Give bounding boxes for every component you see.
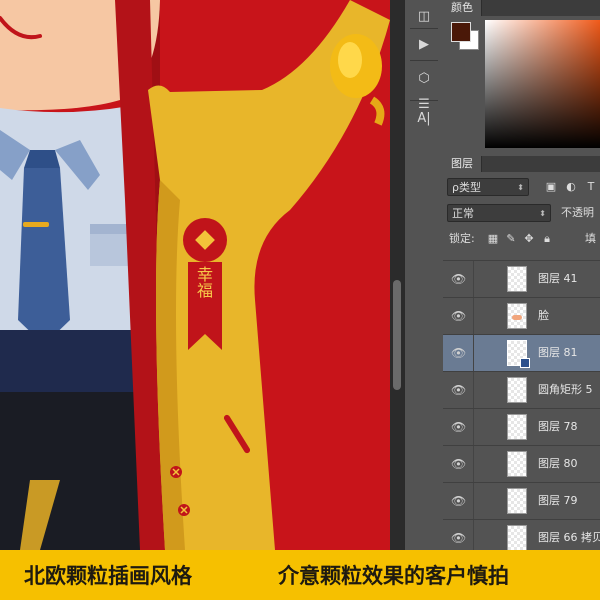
visibility-eye-icon[interactable]: 👁︎ [451,272,466,286]
layer-thumbnail[interactable] [507,266,527,292]
column-divider [473,261,474,297]
layer-comps-icon[interactable]: ◫ [412,4,436,28]
adjustment-filter-icon[interactable]: ◐ [563,178,579,196]
lock-image-pixels-icon[interactable]: ✎ [503,230,519,248]
layer-name: 图层 41 [538,272,578,285]
column-divider [473,446,474,482]
filter-kind-dropdown[interactable]: ρ类型 ⬍ [447,178,529,196]
tool-divider [410,60,438,61]
character-panel-icon[interactable]: A| [412,106,436,130]
tool-divider [410,28,438,29]
layer-row[interactable]: 👁︎ 图层 81 [443,334,600,371]
visibility-eye-icon[interactable]: 👁︎ [451,494,466,508]
visibility-eye-icon[interactable]: 👁︎ [451,420,466,434]
layer-row[interactable]: 👁︎ 图层 78 [443,408,600,445]
layers-panel-tabbar: 图层 [443,156,600,172]
chevron-updown-icon: ⬍ [539,209,546,218]
chevron-updown-icon: ⬍ [517,183,524,192]
play-action-icon[interactable]: ▶ [412,32,436,56]
type-filter-icon[interactable]: T [583,178,599,196]
lock-transparent-pixels-icon[interactable]: ▦ [485,230,501,248]
layer-row[interactable]: 👁︎ 图层 80 [443,445,600,482]
3d-cube-icon[interactable]: ⬡ [412,66,436,90]
lock-row: 锁定: ▦ ✎ ✥ 🔒︎ 填 [447,230,600,250]
layer-filter-row: ρ类型 ⬍ ▣ ◐ T [447,178,600,198]
column-divider [473,483,474,519]
blend-mode-dropdown[interactable]: 正常 ⬍ [447,204,551,222]
layer-list: 👁︎ 图层 41 👁︎ 脸 👁︎ 图层 81 👁︎ 圆角矩形 5 👁︎ 图层 78 👁︎ 图层 80 👁… [443,260,600,550]
column-divider [473,409,474,445]
column-divider [473,335,474,371]
layer-row[interactable]: 👁︎ 圆角矩形 5 [443,371,600,408]
layer-name: 图层 78 [538,420,578,433]
fill-label: 填 [585,232,596,245]
layer-thumbnail[interactable] [507,525,527,550]
thumbnail-face-shape [512,315,522,320]
layer-thumbnail[interactable] [507,377,527,403]
layer-name: 图层 79 [538,494,578,507]
canvas-vertical-scrollbar[interactable] [390,0,404,550]
panel-tool-strip: ◫ ▶ ⬡ ☰ A| [404,0,444,550]
layer-thumbnail[interactable] [507,451,527,477]
lock-all-icon[interactable]: 🔒︎ [539,230,555,248]
column-divider [473,372,474,408]
scrollbar-thumb[interactable] [393,280,401,390]
layer-row[interactable]: 👁︎ 脸 [443,297,600,334]
layer-thumbnail[interactable] [507,340,530,368]
caption-banner: 北欧颗粒插画风格 介意颗粒效果的客户慎拍 [0,550,600,600]
opacity-label: 不透明 [561,206,594,219]
layer-name: 图层 81 [538,346,578,359]
right-panels: 颜色 图层 ρ类型 ⬍ ▣ ◐ T 正常 ⬍ 不透明 锁定: ▦ ✎ ✥ 🔒︎ … [443,0,600,550]
tab-layers[interactable]: 图层 [443,156,482,172]
visibility-eye-icon[interactable]: 👁︎ [451,531,466,545]
smart-object-badge-icon [520,358,530,368]
visibility-eye-icon[interactable]: 👁︎ [451,457,466,471]
lock-position-icon[interactable]: ✥ [521,230,537,248]
visibility-eye-icon[interactable]: 👁︎ [451,346,466,360]
color-picker-field[interactable] [485,20,600,148]
document-canvas[interactable]: 幸福 [0,0,390,550]
layer-thumbnail[interactable] [507,414,527,440]
column-divider [473,298,474,334]
layer-name: 圆角矩形 5 [538,383,593,396]
visibility-eye-icon[interactable]: 👁︎ [451,383,466,397]
layer-name: 图层 66 拷贝 [538,531,600,544]
caption-right: 介意颗粒效果的客户慎拍 [278,564,509,588]
layer-row[interactable]: 👁︎ 图层 66 拷贝 [443,519,600,550]
color-panel-tabbar: 颜色 [443,0,600,16]
filter-kind-value: ρ类型 [452,181,481,194]
foreground-color-swatch[interactable] [451,22,471,42]
layer-thumbnail[interactable] [507,303,527,329]
layer-row[interactable]: 👁︎ 图层 41 [443,260,600,297]
layer-row[interactable]: 👁︎ 图层 79 [443,482,600,519]
blend-mode-value: 正常 [452,207,474,220]
badge-text: 幸福 [194,266,213,298]
caption-left: 北欧颗粒插画风格 [24,564,192,588]
color-panel: 颜色 [443,0,600,152]
tab-color[interactable]: 颜色 [443,0,482,16]
layer-name: 脸 [538,309,549,322]
layer-name: 图层 80 [538,457,578,470]
lock-label: 锁定: [449,232,475,245]
blend-mode-row: 正常 ⬍ 不透明 [447,204,600,224]
layer-thumbnail[interactable] [507,488,527,514]
image-filter-icon[interactable]: ▣ [543,178,559,196]
column-divider [473,520,474,550]
layers-panel: 图层 ρ类型 ⬍ ▣ ◐ T 正常 ⬍ 不透明 锁定: ▦ ✎ ✥ 🔒︎ 填 👁… [443,156,600,550]
tool-divider [410,100,438,101]
visibility-eye-icon[interactable]: 👁︎ [451,309,466,323]
